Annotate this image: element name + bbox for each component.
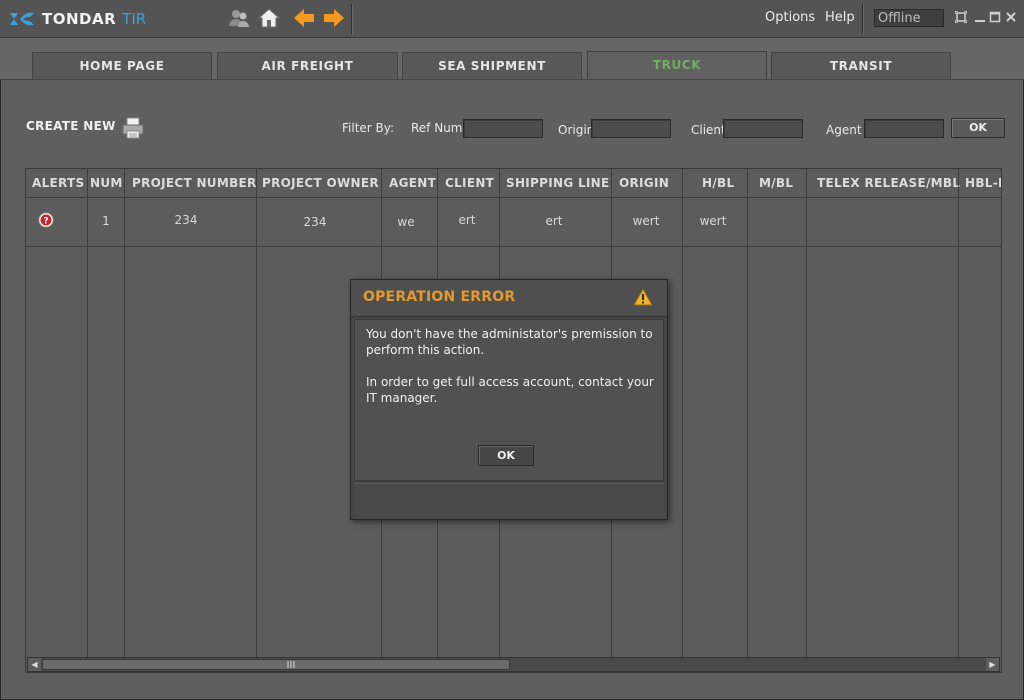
minimize-icon[interactable] — [974, 11, 986, 23]
users-icon[interactable] — [227, 6, 251, 30]
tabs-divider — [0, 79, 1024, 80]
grip-icon — [287, 661, 295, 668]
tab-transit[interactable]: TRANSIT — [771, 52, 951, 79]
cell-project-number: 234 — [174, 213, 198, 227]
table-header: ALERTS NUM PROJECT NUMBER PROJECT OWNER … — [26, 169, 1001, 198]
cell-project-owner: 234 — [303, 215, 327, 229]
logo-accent-text: TIR — [122, 10, 147, 28]
help-alert-icon[interactable]: ? — [38, 212, 54, 228]
scrollbar-thumb[interactable] — [42, 659, 510, 670]
scroll-left-icon[interactable]: ◀ — [28, 658, 41, 671]
client-label: Client — [691, 123, 726, 137]
horizontal-scrollbar[interactable]: ◀ ▶ — [27, 657, 1000, 672]
warning-icon — [633, 288, 653, 306]
origin-input[interactable] — [591, 119, 671, 138]
client-input[interactable] — [723, 119, 803, 138]
svg-text:?: ? — [43, 217, 48, 227]
col-alerts[interactable]: ALERTS — [26, 169, 87, 197]
dialog-title: OPERATION ERROR — [363, 289, 516, 305]
col-telex-release[interactable]: TELEX RELEASE/MBL — [811, 169, 961, 197]
cell-agent: we — [397, 215, 415, 229]
logo-icon — [10, 12, 34, 26]
origin-label: Origin — [558, 123, 595, 137]
back-arrow-icon[interactable] — [292, 6, 316, 30]
close-icon[interactable] — [1005, 11, 1017, 23]
status-indicator: Offline — [874, 9, 944, 27]
col-hbl[interactable]: H/BL — [696, 169, 760, 197]
operation-error-dialog: OPERATION ERROR You don't have the admin… — [350, 279, 668, 520]
agent-label: Agent — [826, 123, 862, 137]
cell-origin: wert — [632, 214, 660, 228]
cell-num: 1 — [102, 214, 110, 228]
dialog-body: You don't have the administator's premis… — [354, 319, 664, 481]
cell-hbl: wert — [699, 214, 727, 228]
dialog-message-secondary: In order to get full access account, con… — [366, 375, 654, 405]
scroll-right-icon[interactable]: ▶ — [986, 658, 999, 671]
col-mbl[interactable]: M/BL — [753, 169, 807, 197]
col-hbl-f[interactable]: HBL-F — [959, 169, 1001, 197]
col-project-owner[interactable]: PROJECT OWNER — [256, 169, 382, 197]
help-menu[interactable]: Help — [825, 10, 855, 25]
options-menu[interactable]: Options — [765, 10, 815, 25]
tab-home-page[interactable]: HOME PAGE — [32, 52, 212, 79]
cell-shipping-line: ert — [545, 214, 563, 228]
maximize-icon[interactable] — [989, 11, 1001, 23]
dialog-footer — [354, 483, 664, 516]
agent-input[interactable] — [864, 119, 944, 138]
filter-ok-button[interactable]: OK — [951, 118, 1005, 138]
table-row[interactable]: ? 1 234 234 we ert ert wert wert — [26, 198, 1001, 247]
dialog-header: OPERATION ERROR — [351, 280, 667, 317]
logo: TONDAR TIR — [8, 8, 146, 30]
printer-icon[interactable] — [121, 116, 145, 140]
tab-sea-shipment[interactable]: SEA SHIPMENT — [402, 52, 582, 79]
restore-icon[interactable] — [955, 11, 967, 23]
tab-air-freight[interactable]: AIR FREIGHT — [217, 52, 398, 79]
tab-bar: HOME PAGE AIR FREIGHT SEA SHIPMENT TRUCK… — [0, 38, 1024, 80]
col-origin[interactable]: ORIGIN — [613, 169, 685, 197]
dialog-message: You don't have the administator's premis… — [366, 327, 653, 357]
tab-truck[interactable]: TRUCK — [587, 51, 767, 80]
cell-client: ert — [458, 213, 476, 227]
ref-num-input[interactable] — [463, 119, 543, 138]
top-bar: TONDAR TIR Options Help Offline — [0, 0, 1024, 38]
filter-by-label: Filter By: — [342, 121, 395, 135]
toolbar-divider — [351, 4, 353, 34]
create-new-button[interactable]: CREATE NEW — [26, 119, 116, 133]
col-client[interactable]: CLIENT — [439, 169, 501, 197]
col-project-number[interactable]: PROJECT NUMBER — [126, 169, 258, 197]
col-agent[interactable]: AGENT — [383, 169, 439, 197]
forward-arrow-icon[interactable] — [322, 6, 346, 30]
menu-divider — [862, 4, 864, 34]
dialog-ok-button[interactable]: OK — [478, 445, 534, 466]
logo-text: TONDAR — [42, 10, 117, 28]
home-icon[interactable] — [257, 6, 281, 30]
col-num[interactable]: NUM — [84, 169, 124, 197]
col-shipping-line[interactable]: SHIPPING LINE — [500, 169, 612, 197]
ref-num-label: Ref Num — [411, 121, 463, 135]
